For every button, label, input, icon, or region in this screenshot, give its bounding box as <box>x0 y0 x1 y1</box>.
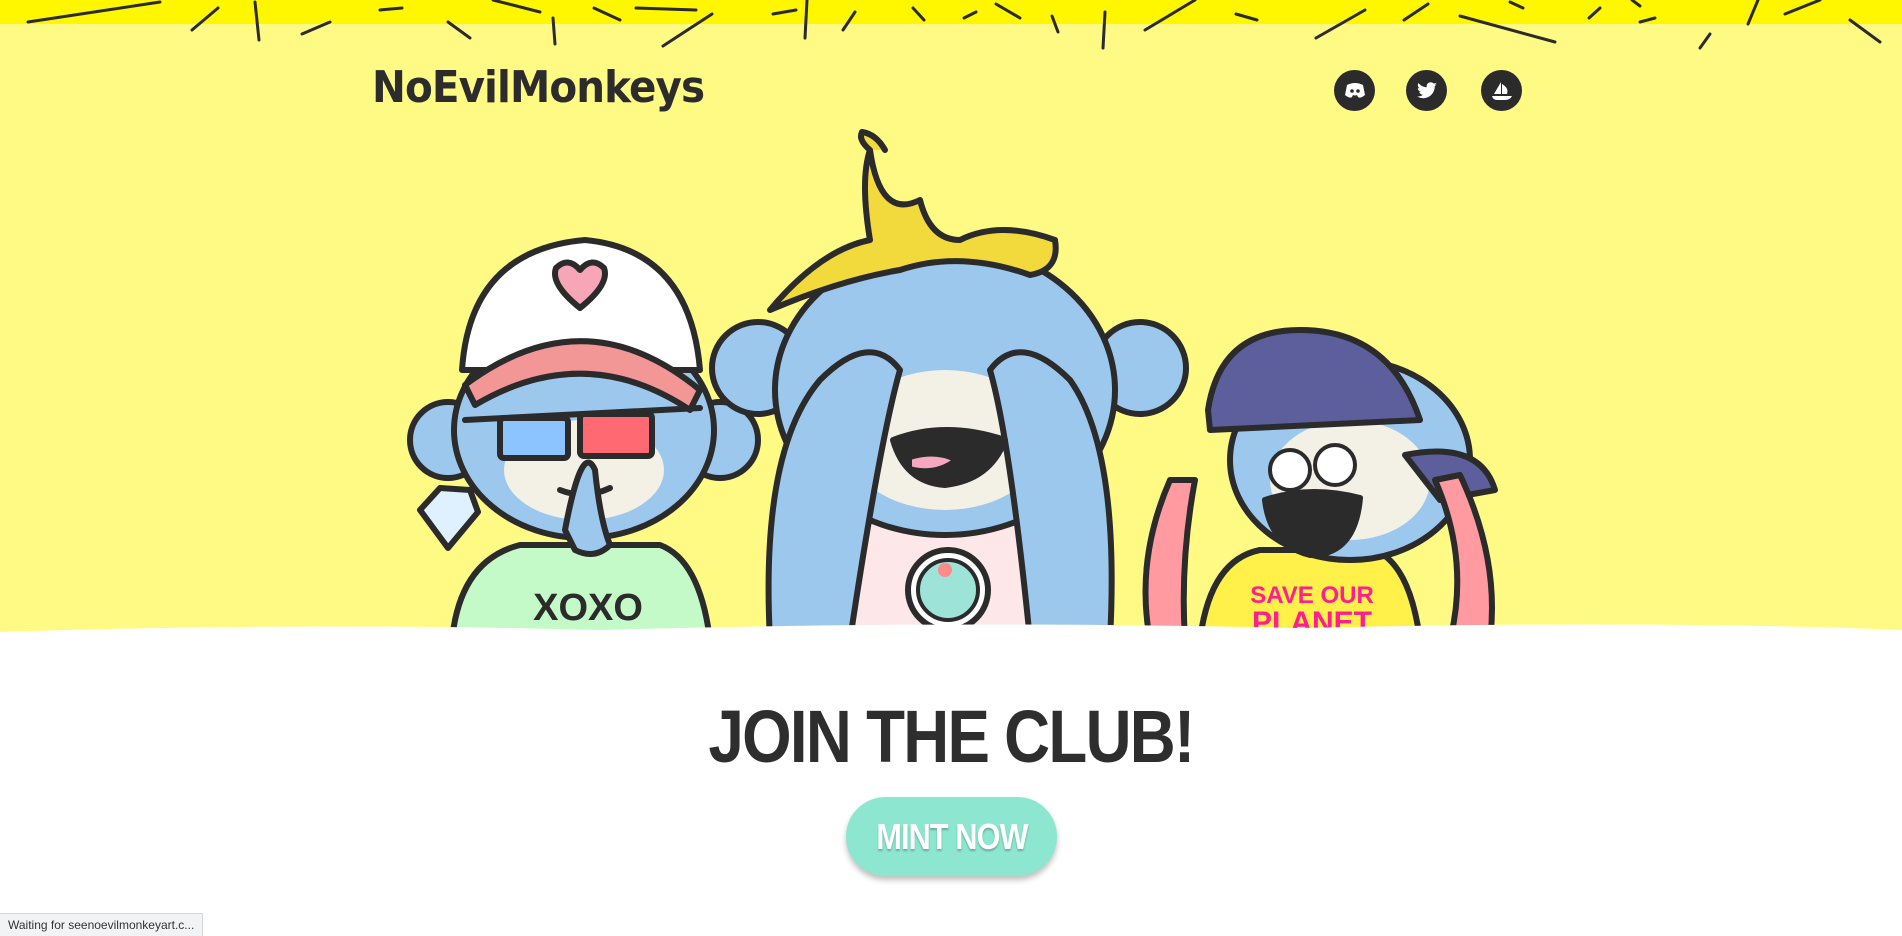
mint-now-label: MINT NOW <box>875 815 1028 857</box>
monkey-middle <box>709 129 1189 640</box>
monkeys-illustration: XOXO SAVE OUR PLANET <box>407 129 1498 640</box>
join-club-heading: JOIN THE CLUB! <box>708 695 1195 778</box>
browser-status-bar: Waiting for seenoevilmonkeyart.c... <box>0 913 204 936</box>
monkey-left <box>407 237 761 640</box>
mint-now-button[interactable]: MINT NOW <box>846 797 1057 876</box>
right-monkey-shirt-line1: SAVE OUR <box>1250 582 1374 609</box>
wave-divider <box>0 624 1902 640</box>
hero-section: NoEvilMonkeys XOXO SAVE OUR PLANET <box>0 0 1902 640</box>
